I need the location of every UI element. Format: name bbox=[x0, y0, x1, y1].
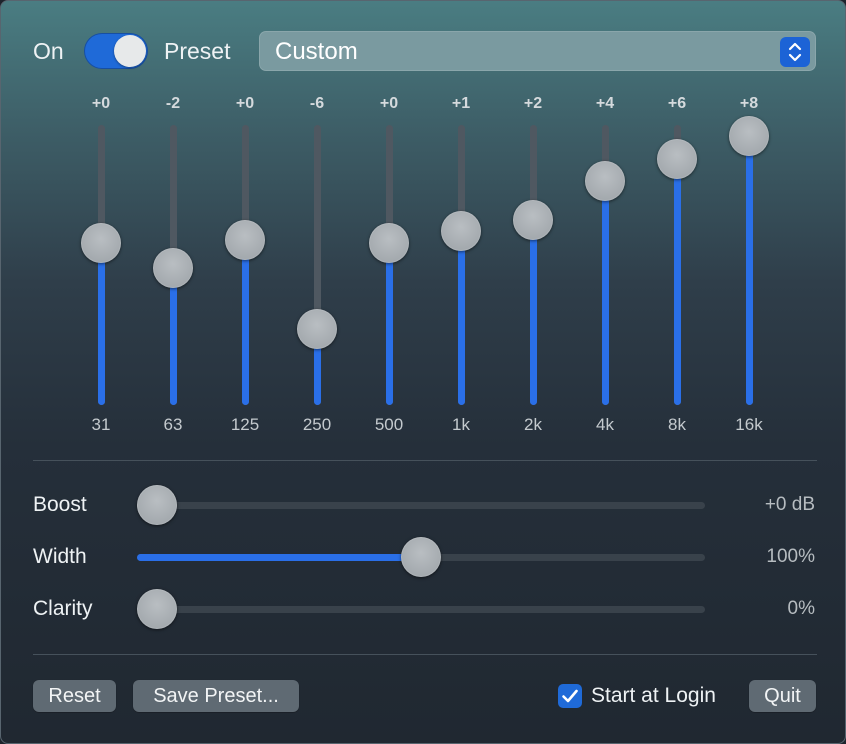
clarity-slider-track[interactable] bbox=[137, 606, 705, 613]
band-track[interactable] bbox=[746, 125, 753, 405]
band-track[interactable] bbox=[242, 125, 249, 405]
band-fill bbox=[242, 239, 249, 405]
band-gain-label: +0 bbox=[379, 95, 399, 112]
eq-band-4k: +4 4k bbox=[575, 91, 635, 441]
preset-label: Preset bbox=[164, 38, 231, 64]
equalizer-panel: On Preset Custom +0 31 -2 63 +0 125 -6 2… bbox=[0, 0, 846, 744]
start-at-login-checkbox[interactable] bbox=[558, 684, 582, 708]
band-slider-knob[interactable] bbox=[441, 211, 481, 252]
band-gain-label: +6 bbox=[667, 95, 687, 112]
band-frequency-label: 8k bbox=[668, 415, 686, 434]
boost-slider-track[interactable] bbox=[137, 502, 705, 509]
band-track[interactable] bbox=[458, 125, 465, 405]
band-fill bbox=[674, 158, 681, 405]
band-fill bbox=[458, 231, 465, 405]
band-frequency-label: 500 bbox=[374, 415, 404, 434]
band-gain-label: +0 bbox=[91, 95, 111, 112]
clarity-label: Clarity bbox=[33, 597, 93, 620]
band-slider-knob[interactable] bbox=[297, 309, 337, 350]
quit-button[interactable]: Quit bbox=[749, 680, 816, 712]
band-frequency-label: 16k bbox=[735, 415, 763, 434]
band-slider-knob[interactable] bbox=[729, 116, 769, 157]
band-fill bbox=[386, 242, 393, 405]
band-gain-label: +4 bbox=[595, 95, 615, 112]
eq-band-125: +0 125 bbox=[215, 91, 275, 441]
eq-band-31: +0 31 bbox=[71, 91, 131, 441]
band-gain-label: -2 bbox=[165, 95, 181, 112]
power-toggle[interactable] bbox=[84, 33, 148, 69]
band-slider-knob[interactable] bbox=[153, 247, 193, 288]
band-slider-knob[interactable] bbox=[369, 222, 409, 263]
band-fill bbox=[98, 242, 105, 405]
clarity-slider-knob[interactable] bbox=[137, 589, 177, 629]
eq-band-250: -6 250 bbox=[287, 91, 347, 441]
band-gain-label: +8 bbox=[739, 95, 759, 112]
band-gain-label: +1 bbox=[451, 95, 471, 112]
divider bbox=[33, 654, 817, 655]
boost-label: Boost bbox=[33, 493, 87, 516]
eq-band-8k: +6 8k bbox=[647, 91, 707, 441]
band-frequency-label: 63 bbox=[163, 415, 183, 434]
eq-band-2k: +2 2k bbox=[503, 91, 563, 441]
band-fill bbox=[746, 136, 753, 405]
band-frequency-label: 125 bbox=[230, 415, 260, 434]
preset-select[interactable]: Custom bbox=[259, 31, 816, 71]
band-slider-knob[interactable] bbox=[657, 138, 697, 179]
boost-slider-knob[interactable] bbox=[137, 485, 177, 525]
band-frequency-label: 4k bbox=[596, 415, 614, 434]
band-gain-label: +2 bbox=[523, 95, 543, 112]
eq-band-1k: +1 1k bbox=[431, 91, 491, 441]
toggle-knob bbox=[114, 35, 146, 67]
band-slider-knob[interactable] bbox=[225, 219, 265, 260]
width-label: Width bbox=[33, 545, 87, 568]
band-frequency-label: 31 bbox=[91, 415, 111, 434]
band-track[interactable] bbox=[98, 125, 105, 405]
eq-band-500: +0 500 bbox=[359, 91, 419, 441]
checkmark-icon bbox=[562, 689, 578, 703]
band-frequency-label: 2k bbox=[524, 415, 542, 434]
band-fill bbox=[602, 181, 609, 405]
eq-band-63: -2 63 bbox=[143, 91, 203, 441]
band-fill bbox=[170, 267, 177, 405]
band-fill bbox=[530, 220, 537, 405]
save-preset-button[interactable]: Save Preset... bbox=[133, 680, 299, 712]
slider-fill bbox=[137, 554, 421, 561]
preset-value: Custom bbox=[275, 38, 358, 65]
band-slider-knob[interactable] bbox=[81, 222, 121, 263]
power-label: On bbox=[33, 38, 64, 64]
band-slider-knob[interactable] bbox=[585, 161, 625, 201]
eq-band-16k: +8 16k bbox=[719, 91, 779, 441]
band-frequency-label: 1k bbox=[452, 415, 470, 434]
reset-button[interactable]: Reset bbox=[33, 680, 116, 712]
divider bbox=[33, 460, 817, 461]
start-at-login-label[interactable]: Start at Login bbox=[591, 683, 716, 709]
band-slider-knob[interactable] bbox=[513, 200, 553, 241]
band-gain-label: -6 bbox=[309, 95, 325, 112]
band-track[interactable] bbox=[530, 125, 537, 405]
band-gain-label: +0 bbox=[235, 95, 255, 112]
band-frequency-label: 250 bbox=[302, 415, 332, 434]
band-track[interactable] bbox=[386, 125, 393, 405]
chevron-up-down-icon bbox=[780, 37, 810, 67]
boost-value: +0 dB bbox=[764, 494, 815, 515]
band-track[interactable] bbox=[314, 125, 321, 405]
width-slider-knob[interactable] bbox=[401, 537, 441, 577]
clarity-value: 0% bbox=[787, 598, 815, 619]
width-value: 100% bbox=[766, 546, 815, 567]
